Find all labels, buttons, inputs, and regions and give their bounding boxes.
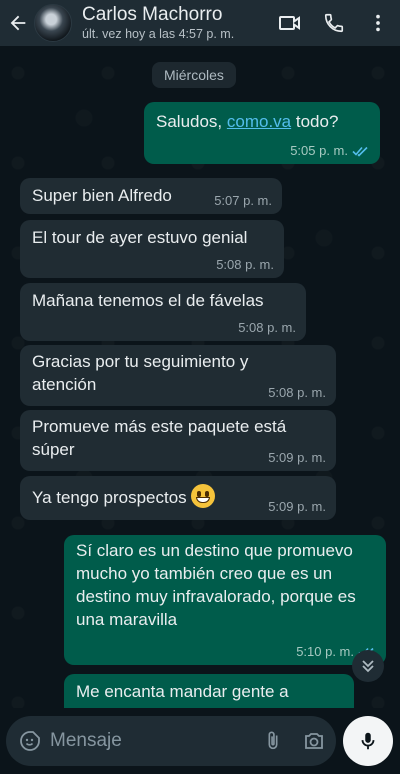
message-text: Mañana tenemos el de fávelas <box>32 291 264 310</box>
message-text: El tour de ayer estuvo genial <box>32 228 248 247</box>
message-text: Ya tengo prospectos <box>32 488 187 507</box>
message-outgoing[interactable]: Me encanta mandar gente a <box>64 674 354 708</box>
message-link[interactable]: como.va <box>227 112 291 131</box>
attach-button[interactable] <box>262 730 284 752</box>
message-time: 5:09 p. m. <box>268 499 326 514</box>
microphone-icon <box>361 732 375 750</box>
message-composer: Mensaje <box>0 708 400 774</box>
back-button[interactable] <box>4 12 32 34</box>
scroll-to-bottom-button[interactable] <box>352 650 384 682</box>
more-options-button[interactable] <box>356 12 400 34</box>
paperclip-icon <box>268 731 278 750</box>
message-outgoing[interactable]: Saludos, como.va todo? 5:05 p. m. <box>144 102 380 164</box>
emoji-sticker-button[interactable] <box>18 729 42 753</box>
message-text: Gracias por tu seguimiento y atención <box>32 352 249 394</box>
message-incoming[interactable]: Mañana tenemos el de fávelas 5:08 p. m. <box>20 283 306 341</box>
back-arrow-icon <box>10 15 26 31</box>
grinning-face-emoji-icon <box>190 484 215 508</box>
chat-header: Carlos Machorro últ. vez hoy a las 4:57 … <box>0 0 400 46</box>
voice-call-button[interactable] <box>312 12 356 34</box>
double-chevron-down-icon <box>362 660 374 673</box>
message-text: Super bien Alfredo <box>32 186 172 205</box>
message-time: 5:10 p. m. <box>296 644 354 659</box>
message-incoming[interactable]: Super bien Alfredo 5:07 p. m. <box>20 178 282 214</box>
message-incoming[interactable]: Promueve más este paquete está súper 5:0… <box>20 410 336 471</box>
more-options-icon <box>376 14 380 32</box>
message-list[interactable]: Miércoles Saludos, como.va todo? 5:05 p.… <box>0 46 400 708</box>
contact-info[interactable]: Carlos Machorro últ. vez hoy a las 4:57 … <box>82 3 268 42</box>
phone-icon <box>324 13 344 33</box>
message-incoming[interactable]: Ya tengo prospectos 5:09 p. m. <box>20 476 336 520</box>
video-call-icon <box>279 16 300 30</box>
last-seen-status: últ. vez hoy a las 4:57 p. m. <box>82 26 235 41</box>
sticker-icon <box>20 731 40 751</box>
message-time: 5:07 p. m. <box>214 193 272 208</box>
message-time: 5:05 p. m. <box>290 143 348 158</box>
camera-icon <box>305 733 323 749</box>
message-input-bar[interactable]: Mensaje <box>6 716 336 766</box>
day-separator: Miércoles <box>152 62 236 88</box>
read-ticks-icon <box>352 146 368 157</box>
message-text: Sí claro es un destino que promuevo much… <box>76 541 356 629</box>
camera-button[interactable] <box>302 729 326 753</box>
message-text: Saludos, como.va todo? <box>156 112 339 131</box>
contact-name: Carlos Machorro <box>82 3 223 25</box>
message-text: Me encanta mandar gente a <box>76 682 289 701</box>
voice-message-button[interactable] <box>343 716 393 766</box>
message-time: 5:08 p. m. <box>238 320 296 335</box>
message-time: 5:08 p. m. <box>268 385 326 400</box>
message-incoming[interactable]: Gracias por tu seguimiento y atención 5:… <box>20 345 336 406</box>
message-time: 5:08 p. m. <box>216 257 274 272</box>
contact-avatar[interactable] <box>34 4 72 42</box>
message-incoming[interactable]: El tour de ayer estuvo genial 5:08 p. m. <box>20 220 284 278</box>
video-call-button[interactable] <box>268 11 312 35</box>
message-input[interactable]: Mensaje <box>50 730 262 752</box>
message-time: 5:09 p. m. <box>268 450 326 465</box>
message-outgoing[interactable]: Sí claro es un destino que promuevo much… <box>64 535 386 665</box>
